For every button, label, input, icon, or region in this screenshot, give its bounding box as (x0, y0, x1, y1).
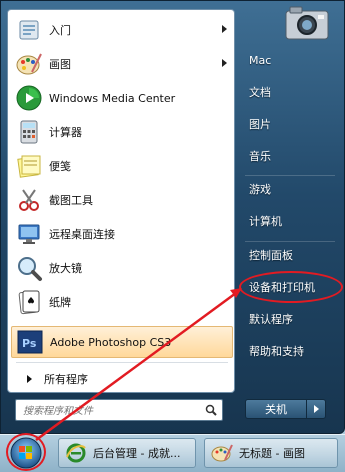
program-label: 入门 (49, 24, 71, 37)
taskbar-item-browser[interactable]: 后台管理 - 成就... (58, 438, 196, 468)
program-label: 远程桌面连接 (49, 228, 115, 241)
sticky-notes-icon (17, 155, 41, 178)
paint-icon (16, 53, 42, 75)
taskbar-label: 无标题 - 画图 (239, 447, 305, 460)
taskbar-item-paint[interactable]: 无标题 - 画图 (204, 438, 338, 468)
program-item-media-center[interactable]: Windows Media Center (11, 82, 233, 114)
program-label: 便笺 (49, 160, 71, 173)
media-center-icon (16, 85, 42, 111)
ie-icon (66, 443, 86, 463)
search-input[interactable] (21, 401, 205, 421)
program-label: Windows Media Center (49, 91, 176, 105)
paint-icon (211, 444, 233, 462)
program-label: 纸牌 (49, 296, 71, 309)
right-item-help-support[interactable]: 帮助和支持 (241, 339, 337, 365)
start-menu: 入门 画图 Windows Media Center 计算器 便笺 截图工具 远… (0, 0, 345, 434)
program-item-snipping-tool[interactable]: 截图工具 (11, 184, 233, 216)
annotation-start-circle (6, 433, 46, 471)
annotation-highlight-circle (239, 271, 343, 303)
remote-desktop-icon (18, 224, 40, 244)
program-label: 计算器 (49, 126, 82, 139)
search-box[interactable] (15, 399, 223, 421)
shutdown-button[interactable]: 关机 (245, 399, 307, 419)
arrow-right-icon (27, 375, 32, 383)
magnifier-icon (18, 257, 42, 281)
divider (16, 362, 228, 363)
program-item-sticky-notes[interactable]: 便笺 (11, 150, 233, 182)
search-icon[interactable] (205, 404, 217, 416)
program-item-getting-started[interactable]: 入门 (11, 14, 233, 46)
program-item-magnifier[interactable]: 放大镜 (11, 252, 233, 284)
all-programs-label: 所有程序 (44, 373, 88, 386)
program-label: 截图工具 (49, 194, 93, 207)
shutdown-options-button[interactable] (306, 399, 326, 419)
right-item-music[interactable]: 音乐 (241, 144, 337, 170)
right-item-default-programs[interactable]: 默认程序 (241, 307, 337, 333)
submenu-arrow-icon (222, 59, 227, 67)
photoshop-icon: Ps (17, 330, 43, 354)
right-item-pictures[interactable]: 图片 (241, 112, 337, 138)
program-item-calculator[interactable]: 计算器 (11, 116, 233, 148)
right-item-mac[interactable]: Mac (241, 48, 337, 74)
snipping-tool-icon (19, 189, 39, 211)
program-item-photoshop[interactable]: Ps Adobe Photoshop CS3 (11, 326, 233, 358)
program-item-paint[interactable]: 画图 (11, 48, 233, 80)
program-item-solitaire[interactable]: 纸牌 (11, 286, 233, 318)
taskbar-label: 后台管理 - 成就... (93, 447, 181, 460)
divider (245, 175, 335, 176)
svg-text:Ps: Ps (22, 337, 37, 350)
right-item-control-panel[interactable]: 控制面板 (241, 243, 337, 269)
right-item-computer[interactable]: 计算机 (241, 209, 337, 235)
all-programs-button[interactable]: 所有程序 (11, 366, 233, 392)
right-item-games[interactable]: 游戏 (241, 177, 337, 203)
program-label: 画图 (49, 58, 71, 71)
divider (245, 241, 335, 242)
program-label: Adobe Photoshop CS3 (50, 335, 172, 349)
program-item-remote-desktop[interactable]: 远程桌面连接 (11, 218, 233, 250)
solitaire-icon (18, 290, 40, 315)
program-list: 入门 画图 Windows Media Center 计算器 便笺 截图工具 远… (7, 9, 235, 393)
calculator-icon (20, 120, 38, 144)
submenu-arrow-icon (222, 25, 227, 33)
program-label: 放大镜 (49, 262, 82, 275)
getting-started-icon (19, 20, 39, 40)
user-picture-icon[interactable] (282, 3, 332, 43)
right-item-documents[interactable]: 文档 (241, 80, 337, 106)
